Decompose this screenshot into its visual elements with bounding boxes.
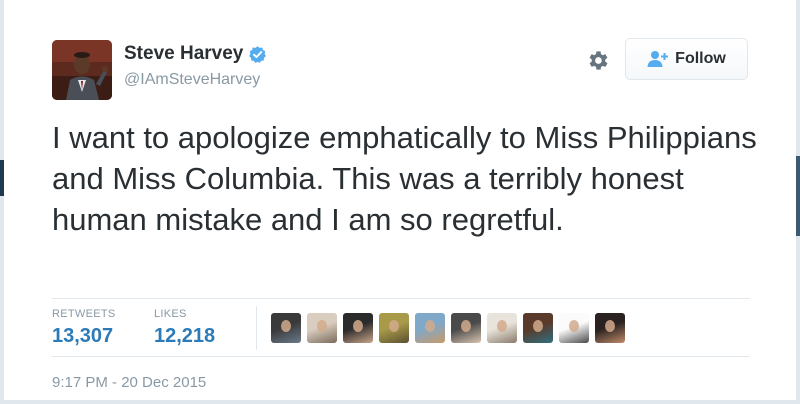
right-edge — [796, 0, 800, 404]
gear-icon[interactable] — [585, 48, 610, 73]
liker-avatar[interactable] — [271, 313, 301, 343]
verified-badge-icon — [248, 45, 267, 64]
liker-avatar[interactable] — [379, 313, 409, 343]
tweet-text: I want to apologize emphatically to Miss… — [52, 120, 757, 237]
liker-avatar-figure — [353, 320, 363, 332]
stats-bottom-divider — [52, 356, 750, 357]
liker-avatar[interactable] — [559, 313, 589, 343]
liker-avatar[interactable] — [343, 313, 373, 343]
bottom-edge — [0, 400, 800, 404]
likes-label: LIKES — [154, 308, 187, 320]
retweets-count: 13,307 — [52, 325, 114, 347]
author-name[interactable]: Steve Harvey — [124, 43, 243, 65]
liker-avatar[interactable] — [595, 313, 625, 343]
liker-avatar-figure — [317, 320, 327, 332]
liker-avatar[interactable] — [415, 313, 445, 343]
liker-avatar-figure — [281, 320, 291, 332]
add-user-icon — [647, 50, 669, 68]
liker-avatar[interactable] — [487, 313, 517, 343]
stats-top-divider — [52, 298, 750, 299]
author-handle[interactable]: @IAmSteveHarvey — [124, 71, 260, 89]
left-edge-mark — [0, 160, 4, 196]
left-edge — [0, 0, 4, 404]
liker-avatars — [271, 313, 631, 343]
author-name-row: Steve Harvey — [124, 43, 267, 65]
right-edge-mark — [796, 156, 800, 236]
likes-count: 12,218 — [154, 325, 216, 347]
liker-avatar[interactable] — [451, 313, 481, 343]
liker-avatar-figure — [605, 320, 615, 332]
tweet-timestamp[interactable]: 9:17 PM - 20 Dec 2015 — [52, 374, 206, 391]
retweets-stat[interactable]: RETWEETS 13,307 — [52, 308, 116, 348]
author-photo — [52, 40, 112, 100]
follow-button[interactable]: Follow — [625, 38, 748, 80]
liker-avatar-figure — [533, 320, 543, 332]
author-avatar[interactable] — [52, 40, 112, 100]
likes-stat[interactable]: LIKES 12,218 — [154, 308, 215, 348]
stats-separator — [256, 306, 257, 350]
liker-avatar-figure — [425, 320, 435, 332]
liker-avatar-figure — [497, 320, 507, 332]
liker-avatar-figure — [569, 320, 579, 332]
liker-avatar-figure — [461, 320, 471, 332]
retweets-label: RETWEETS — [52, 308, 116, 320]
liker-avatar-figure — [389, 320, 399, 332]
liker-avatar[interactable] — [523, 313, 553, 343]
follow-label: Follow — [675, 50, 726, 67]
liker-avatar[interactable] — [307, 313, 337, 343]
